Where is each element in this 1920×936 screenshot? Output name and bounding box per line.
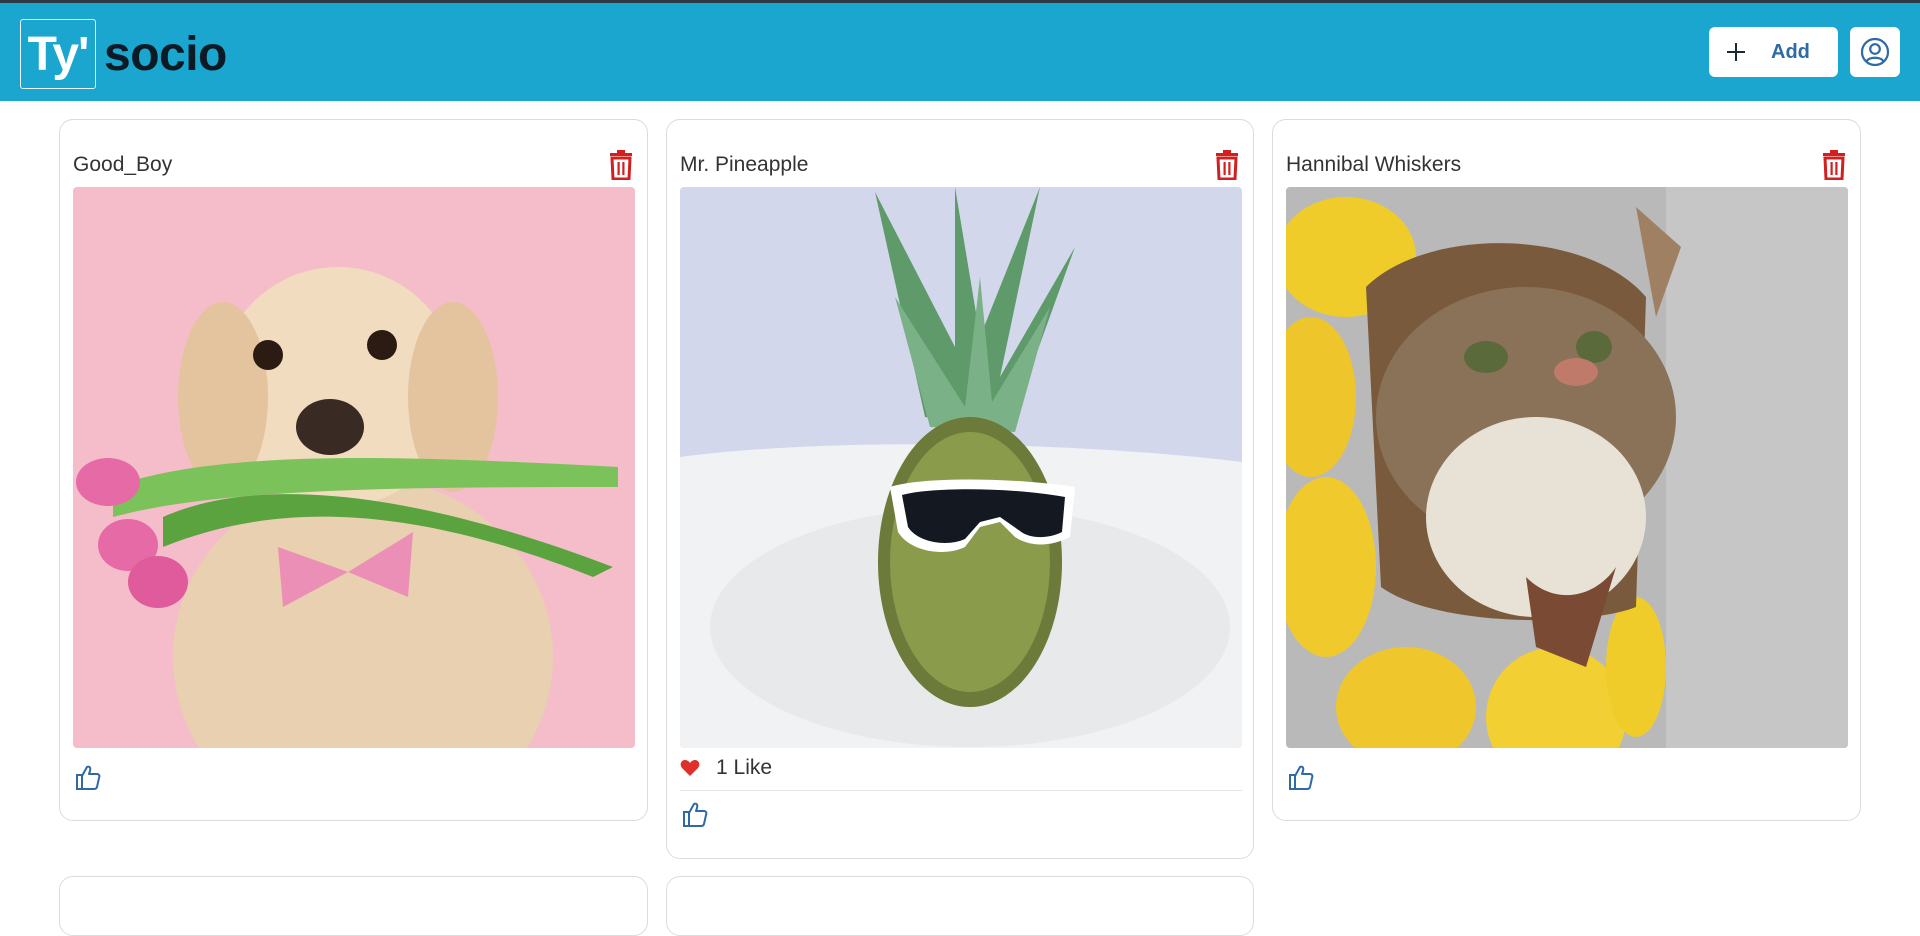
trash-icon[interactable]	[608, 150, 634, 180]
add-post-button[interactable]: Add	[1709, 27, 1838, 77]
profile-button[interactable]	[1850, 27, 1900, 77]
thumbs-up-icon[interactable]	[74, 763, 102, 791]
logo-mark: Ty'	[20, 19, 96, 89]
post-title: Mr. Pineapple	[680, 153, 809, 176]
post-card-partial	[59, 876, 648, 936]
heart-icon	[680, 759, 700, 776]
post-image	[73, 187, 635, 748]
trash-icon[interactable]	[1214, 150, 1240, 180]
trash-icon[interactable]	[1821, 150, 1847, 180]
post-image	[680, 187, 1242, 748]
app-header: Ty' socio Add	[0, 3, 1920, 101]
user-circle-icon	[1860, 37, 1890, 67]
thumbs-up-icon[interactable]	[681, 800, 709, 828]
likes-text: 1 Like	[716, 756, 773, 779]
thumbs-up-icon[interactable]	[1287, 763, 1315, 791]
app-logo[interactable]: Ty' socio	[20, 19, 227, 89]
plus-icon	[1727, 43, 1745, 61]
post-card-partial	[666, 876, 1254, 936]
likes-count: 1 Like	[680, 756, 772, 780]
post-card: Mr. Pineapple 1 Like	[666, 119, 1254, 859]
post-card: Good_Boy	[59, 119, 648, 821]
add-button-label: Add	[1771, 40, 1810, 63]
post-card: Hannibal Whiskers	[1272, 119, 1861, 821]
divider	[680, 790, 1242, 791]
post-image	[1286, 187, 1848, 748]
post-title: Hannibal Whiskers	[1286, 153, 1462, 176]
logo-text: socio	[104, 27, 227, 81]
post-title: Good_Boy	[73, 153, 173, 176]
